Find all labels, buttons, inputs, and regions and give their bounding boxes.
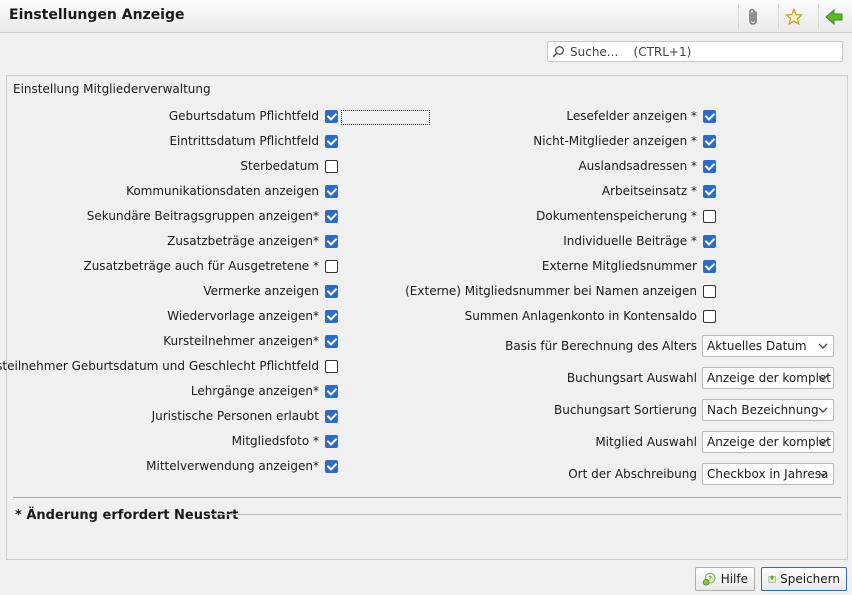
setting-label: Zusatzbeträge anzeigen*: [167, 234, 319, 248]
help-button-label: Hilfe: [720, 572, 748, 586]
setting-label: Auslandsadressen *: [578, 159, 697, 173]
favorite-button[interactable]: [778, 4, 808, 29]
setting-checkbox[interactable]: [325, 135, 338, 148]
dropdown-label: Buchungsart Auswahl: [566, 371, 697, 385]
note-divider: [208, 514, 841, 515]
setting-checkbox[interactable]: [325, 385, 338, 398]
dropdown-value: Checkbox in Jahresa: [707, 467, 829, 481]
dropdown-select[interactable]: Checkbox in Jahresa: [702, 463, 834, 485]
title-bar: Einstellungen Anzeige: [0, 0, 852, 33]
dropdown-value: Anzeige der komplet: [707, 371, 831, 385]
setting-checkbox[interactable]: [325, 210, 338, 223]
chevron-down-icon: [818, 439, 828, 445]
setting-label: Juristische Personen erlaubt: [151, 409, 319, 423]
dropdown-value: Anzeige der komplet: [707, 435, 831, 449]
help-button[interactable]: ? Hilfe: [695, 567, 755, 591]
setting-checkbox[interactable]: [703, 310, 716, 323]
setting-label: Summen Anlagenkonto in Kontensaldo: [464, 309, 697, 323]
dropdown-label: Basis für Berechnung des Alters: [505, 339, 697, 353]
setting-label: Lesefelder anzeigen *: [566, 109, 697, 123]
restart-note: * Änderung erfordert Neustart: [15, 508, 239, 523]
setting-label: Nicht-Mitglieder anzeigen *: [533, 134, 697, 148]
section-title: Einstellung Mitgliederverwaltung: [13, 82, 211, 96]
setting-checkbox[interactable]: [325, 260, 338, 273]
setting-label: Individuelle Beiträge *: [563, 234, 697, 248]
divider: [13, 497, 841, 498]
setting-label: (Externe) Mitgliedsnummer bei Namen anze…: [405, 284, 697, 298]
setting-checkbox[interactable]: [325, 435, 338, 448]
setting-checkbox[interactable]: [703, 160, 716, 173]
search-box[interactable]: [547, 41, 843, 62]
setting-label: Vermerke anzeigen: [203, 284, 319, 298]
help-icon: ?: [702, 572, 716, 586]
dropdown-label: Ort der Abschreibung: [568, 467, 697, 481]
dropdown-select[interactable]: Anzeige der komplet: [702, 431, 834, 453]
dropdown-value: Nach Bezeichnung: [707, 403, 819, 417]
setting-label: Wiedervorlage anzeigen*: [167, 309, 319, 323]
setting-checkbox[interactable]: [703, 210, 716, 223]
dropdown-label: Mitglied Auswahl: [595, 435, 697, 449]
search-input[interactable]: [568, 43, 838, 60]
save-icon: [768, 575, 776, 583]
setting-checkbox[interactable]: [325, 310, 338, 323]
save-button-label: Speichern: [780, 572, 840, 586]
setting-label: Kursteilnehmer anzeigen*: [163, 334, 319, 348]
setting-checkbox[interactable]: [703, 135, 716, 148]
chevron-down-icon: [818, 471, 828, 477]
setting-label: Kursteilnehmer Geburtsdatum und Geschlec…: [0, 359, 319, 373]
dropdown-label: Buchungsart Sortierung: [553, 403, 697, 417]
setting-checkbox[interactable]: [325, 460, 338, 473]
setting-label: Sekundäre Beitragsgruppen anzeigen*: [86, 209, 319, 223]
setting-checkbox[interactable]: [325, 335, 338, 348]
setting-label: Arbeitseinsatz *: [601, 184, 697, 198]
chevron-down-icon: [818, 343, 828, 349]
dropdown-select[interactable]: Nach Bezeichnung: [702, 399, 834, 421]
setting-label: Externe Mitgliedsnummer: [541, 259, 697, 273]
setting-checkbox[interactable]: [325, 160, 338, 173]
settings-panel: [6, 75, 848, 560]
svg-text:?: ?: [709, 575, 712, 583]
paperclip-icon: [748, 8, 757, 25]
setting-label: Dokumentenspeicherung *: [536, 209, 697, 223]
star-icon: [784, 7, 803, 25]
search-icon: [552, 46, 564, 58]
setting-label: Geburtsdatum Pflichtfeld: [168, 109, 319, 123]
setting-label: Mittelverwendung anzeigen*: [146, 459, 319, 473]
dropdown-select[interactable]: Anzeige der komplet: [702, 367, 834, 389]
setting-label: Kommunikationsdaten anzeigen: [126, 184, 319, 198]
setting-checkbox[interactable]: [325, 235, 338, 248]
dropdown-value: Aktuelles Datum: [707, 339, 807, 353]
setting-checkbox[interactable]: [703, 285, 716, 298]
setting-checkbox[interactable]: [703, 185, 716, 198]
setting-checkbox[interactable]: [703, 260, 716, 273]
setting-checkbox[interactable]: [325, 410, 338, 423]
back-arrow-icon: [824, 8, 842, 25]
setting-label: Zusatzbeträge auch für Ausgetretene *: [83, 259, 319, 273]
setting-checkbox[interactable]: [325, 360, 338, 373]
setting-label: Eintrittsdatum Pflichtfeld: [169, 134, 319, 148]
setting-checkbox[interactable]: [703, 110, 716, 123]
chevron-down-icon: [818, 407, 828, 413]
back-button[interactable]: [818, 4, 848, 29]
page-title: Einstellungen Anzeige: [9, 7, 185, 23]
setting-checkbox[interactable]: [325, 285, 338, 298]
setting-label: Mitgliedsfoto *: [231, 434, 319, 448]
focus-indicator: [341, 110, 430, 125]
setting-checkbox[interactable]: [325, 110, 338, 123]
setting-label: Lehrgänge anzeigen*: [190, 384, 319, 398]
chevron-down-icon: [818, 375, 828, 381]
dropdown-select[interactable]: Aktuelles Datum: [702, 335, 834, 357]
setting-checkbox[interactable]: [325, 185, 338, 198]
save-button[interactable]: Speichern: [761, 567, 847, 591]
setting-label: Sterbedatum: [240, 159, 319, 173]
attach-button[interactable]: [738, 4, 768, 29]
setting-checkbox[interactable]: [703, 235, 716, 248]
